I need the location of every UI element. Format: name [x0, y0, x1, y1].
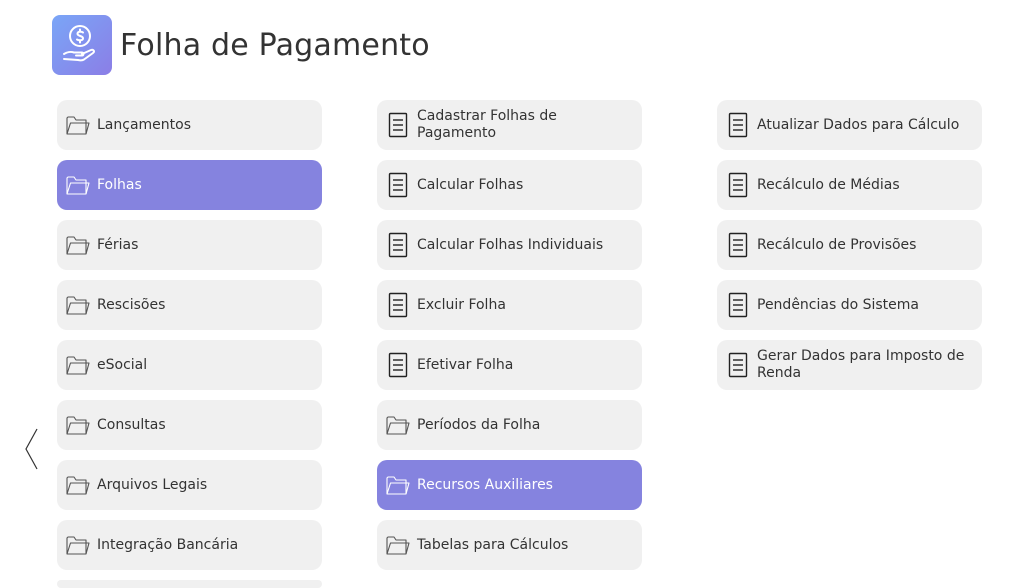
document-icon: [385, 172, 411, 198]
back-button[interactable]: [22, 427, 42, 471]
folder-icon: [65, 172, 91, 198]
menu-item-label: Integração Bancária: [97, 536, 239, 553]
document-icon: [725, 172, 751, 198]
document-icon: [725, 292, 751, 318]
menu-item-label: Arquivos Legais: [97, 476, 208, 493]
submenu-item-recalculo-medias[interactable]: Recálculo de Médias: [717, 160, 982, 210]
submenu-item-label: Períodos da Folha: [417, 416, 541, 433]
submenu-item-label: Tabelas para Cálculos: [417, 536, 569, 553]
submenu-item-calcular-folhas[interactable]: Calcular Folhas: [377, 160, 642, 210]
submenu-item-recursos-auxiliares[interactable]: Recursos Auxiliares: [377, 460, 642, 510]
menu-item-integracao-bancaria[interactable]: Integração Bancária: [57, 520, 322, 570]
menu-item-label: eSocial: [97, 356, 148, 373]
money-hand-icon: [52, 15, 112, 75]
folder-icon: [385, 412, 411, 438]
folder-icon: [385, 472, 411, 498]
submenu-item-label: Recálculo de Provisões: [757, 236, 917, 253]
menu-item-esocial[interactable]: eSocial: [57, 340, 322, 390]
submenu-item-label: Efetivar Folha: [417, 356, 514, 373]
submenu-item-label: Recálculo de Médias: [757, 176, 900, 193]
document-icon: [385, 112, 411, 138]
submenu-item-label: Calcular Folhas Individuais: [417, 236, 604, 253]
folder-icon: [65, 352, 91, 378]
menu-item-consultas[interactable]: Consultas: [57, 400, 322, 450]
submenu-item-atualizar-dados[interactable]: Atualizar Dados para Cálculo: [717, 100, 982, 150]
submenu-item-label: Excluir Folha: [417, 296, 506, 313]
submenu-item-cadastrar-folhas[interactable]: Cadastrar Folhas de Pagamento: [377, 100, 642, 150]
menu-item-lancamentos[interactable]: Lançamentos: [57, 100, 322, 150]
folder-icon: [385, 532, 411, 558]
main-menu-column: Lançamentos Folhas Férias Rescisões eSoc…: [57, 100, 322, 588]
document-icon: [385, 232, 411, 258]
folder-icon: [65, 112, 91, 138]
submenu-item-periodos-da-folha[interactable]: Períodos da Folha: [377, 400, 642, 450]
folhas-submenu-column: Cadastrar Folhas de Pagamento Calcular F…: [377, 100, 642, 580]
menu-item-label: Consultas: [97, 416, 166, 433]
document-icon: [725, 232, 751, 258]
submenu-item-efetivar-folha[interactable]: Efetivar Folha: [377, 340, 642, 390]
menu-item-folhas[interactable]: Folhas: [57, 160, 322, 210]
folder-icon: [65, 532, 91, 558]
document-icon: [385, 292, 411, 318]
submenu-item-label: Gerar Dados para Imposto de Renda: [757, 348, 965, 381]
folder-icon: [65, 412, 91, 438]
submenu-item-excluir-folha[interactable]: Excluir Folha: [377, 280, 642, 330]
submenu-item-gerar-dados-imposto[interactable]: Gerar Dados para Imposto de Renda: [717, 340, 982, 390]
document-icon: [385, 352, 411, 378]
menu-item-partial[interactable]: [57, 580, 322, 588]
menu-item-ferias[interactable]: Férias: [57, 220, 322, 270]
folder-icon: [65, 232, 91, 258]
menu-item-arquivos-legais[interactable]: Arquivos Legais: [57, 460, 322, 510]
menu-item-label: Folhas: [97, 176, 142, 193]
submenu-item-recalculo-provisoes[interactable]: Recálculo de Provisões: [717, 220, 982, 270]
submenu-item-calcular-folhas-individuais[interactable]: Calcular Folhas Individuais: [377, 220, 642, 270]
folder-icon: [65, 472, 91, 498]
submenu-item-label: Pendências do Sistema: [757, 296, 920, 313]
submenu-item-pendencias-sistema[interactable]: Pendências do Sistema: [717, 280, 982, 330]
recursos-submenu-column: Atualizar Dados para Cálculo Recálculo d…: [717, 100, 982, 400]
submenu-item-label: Atualizar Dados para Cálculo: [757, 116, 960, 133]
menu-item-label: Rescisões: [97, 296, 166, 313]
submenu-item-label: Recursos Auxiliares: [417, 476, 553, 493]
menu-item-rescisoes[interactable]: Rescisões: [57, 280, 322, 330]
document-icon: [725, 352, 751, 378]
submenu-item-label: Calcular Folhas: [417, 176, 524, 193]
page-title: Folha de Pagamento: [120, 27, 430, 63]
page-header: Folha de Pagamento: [52, 15, 430, 75]
menu-item-label: Férias: [97, 236, 139, 253]
document-icon: [725, 112, 751, 138]
folder-icon: [65, 292, 91, 318]
submenu-item-tabelas-para-calculos[interactable]: Tabelas para Cálculos: [377, 520, 642, 570]
menu-item-label: Lançamentos: [97, 116, 192, 133]
submenu-item-label: Cadastrar Folhas de Pagamento: [417, 108, 557, 141]
chevron-left-icon: [25, 428, 38, 470]
